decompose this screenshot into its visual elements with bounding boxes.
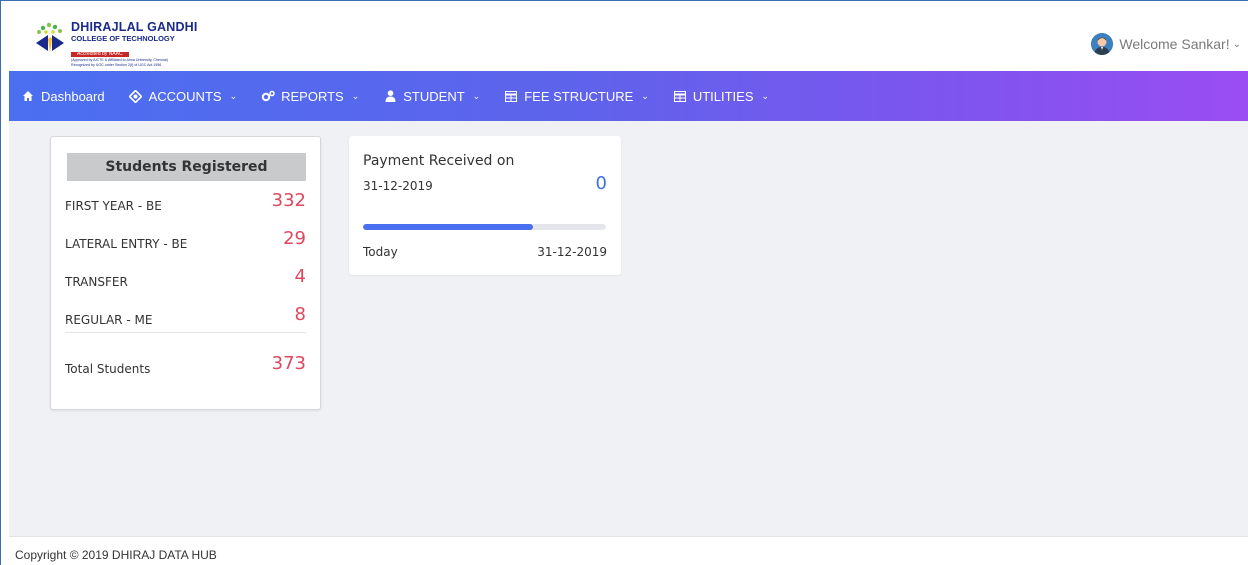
payment-footer-date: 31-12-2019	[537, 245, 607, 259]
stat-value: 29	[283, 228, 306, 249]
chevron-down-icon: ⌄	[229, 90, 238, 101]
nav-accounts-label: ACCOUNTS	[148, 88, 222, 104]
nav-reports-label: REPORTS	[281, 88, 344, 104]
stat-row-first-year: FIRST YEAR - BE 332	[65, 185, 306, 215]
logo-accreditation: Accredited by NAAC	[71, 52, 129, 57]
stat-label: LATERAL ENTRY - BE	[65, 237, 188, 251]
students-registered-card: Students Registered FIRST YEAR - BE 332 …	[50, 136, 321, 410]
stat-row-lateral-entry: LATERAL ENTRY - BE 29	[65, 223, 306, 253]
chevron-down-icon: ⌄	[351, 90, 360, 101]
stat-label: FIRST YEAR - BE	[65, 199, 162, 213]
home-icon	[21, 89, 35, 103]
logo-title: DHIRAJLAL GANDHI	[71, 20, 198, 34]
stat-value: 4	[294, 266, 306, 287]
cogs-icon	[261, 89, 275, 103]
payment-card-title: Payment Received on	[363, 153, 515, 169]
payment-progress-fill	[363, 224, 534, 230]
chevron-down-icon: ⌄	[641, 90, 649, 101]
logo-subtitle: COLLEGE OF TECHNOLOGY	[71, 33, 175, 43]
chevron-down-icon: ⌄	[472, 90, 481, 101]
page-footer: Copyright © 2019 DHIRAJ DATA HUB	[9, 536, 1248, 565]
stat-value: 8	[294, 304, 306, 325]
copyright-text: Copyright © 2019 DHIRAJ DATA HUB	[15, 548, 217, 562]
nav-fee-structure-label: FEE STRUCTURE	[524, 88, 634, 104]
payment-received-card: Payment Received on 31-12-2019 0 Today 3…	[349, 136, 621, 275]
stat-label: REGULAR - ME	[65, 313, 153, 327]
user-avatar-icon	[1091, 33, 1114, 55]
stat-row-regular-me: REGULAR - ME 8	[65, 299, 306, 329]
table-icon	[504, 89, 518, 103]
top-header: DHIRAJLAL GANDHI COLLEGE OF TECHNOLOGY A…	[9, 15, 1248, 71]
nav-student-label: STUDENT	[403, 88, 465, 104]
chevron-down-icon: ⌄	[761, 90, 770, 101]
user-menu[interactable]: Welcome Sankar! ⌄	[1091, 33, 1241, 55]
nav-accounts[interactable]: ACCOUNTS ⌄	[129, 88, 238, 104]
payment-footer-label: Today	[363, 245, 398, 259]
nav-dashboard[interactable]: Dashboard	[21, 89, 105, 104]
logo-recognition: Recognized by UGC under Section 2(f) of …	[71, 62, 162, 67]
logo-emblem-icon	[33, 21, 67, 57]
main-nav: Dashboard ACCOUNTS ⌄ REPORTS ⌄ STUDENT ⌄	[9, 71, 1248, 121]
nav-utilities-label: UTILITIES	[692, 88, 754, 104]
accounts-icon	[129, 89, 143, 103]
nav-student[interactable]: STUDENT ⌄	[383, 89, 480, 104]
total-students-value: 373	[271, 353, 306, 374]
app-frame: DHIRAJLAL GANDHI COLLEGE OF TECHNOLOGY A…	[0, 0, 1248, 565]
chevron-down-icon: ⌄	[1232, 38, 1241, 50]
total-students-label: Total Students	[65, 362, 151, 376]
stat-row-total: Total Students 373	[65, 348, 306, 378]
payment-progress-bar	[363, 224, 606, 230]
welcome-text: Welcome Sankar!	[1119, 36, 1230, 52]
table-icon	[673, 89, 687, 103]
dashboard-content: Students Registered FIRST YEAR - BE 332 …	[9, 121, 1248, 536]
nav-dashboard-label: Dashboard	[41, 88, 105, 104]
students-card-title: Students Registered	[67, 153, 306, 181]
stat-row-transfer: TRANSFER 4	[65, 261, 306, 291]
payment-count: 0	[595, 173, 607, 194]
stat-label: TRANSFER	[65, 275, 128, 289]
nav-fee-structure[interactable]: FEE STRUCTURE ⌄	[504, 89, 649, 104]
college-logo[interactable]: DHIRAJLAL GANDHI COLLEGE OF TECHNOLOGY A…	[33, 20, 213, 67]
nav-utilities[interactable]: UTILITIES ⌄	[673, 89, 769, 104]
user-icon	[383, 89, 397, 103]
nav-reports[interactable]: REPORTS ⌄	[261, 89, 359, 104]
payment-date: 31-12-2019	[363, 179, 433, 193]
stat-value: 332	[271, 190, 306, 211]
card-divider	[65, 332, 306, 333]
